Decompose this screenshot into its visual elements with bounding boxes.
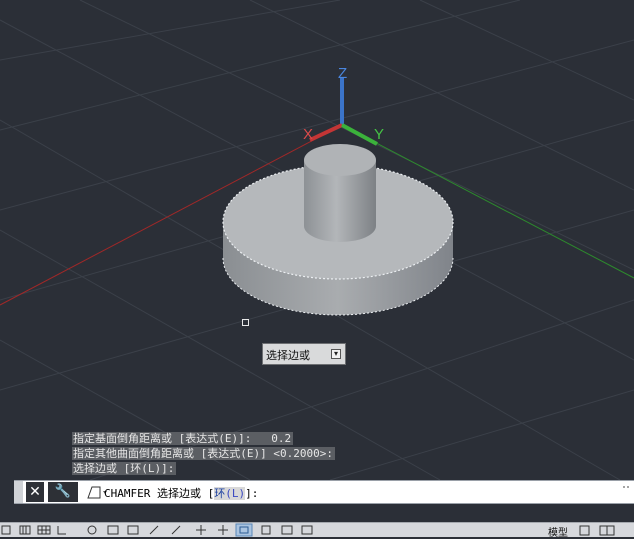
command-prompt: 选择边或 (156, 487, 201, 500)
dynamic-input-tooltip[interactable]: 选择边或 ▾ (262, 343, 346, 365)
option-loop[interactable]: 环(L) (214, 487, 246, 500)
command-history: 指定基面倒角距离或 [表达式(E)]: 0.2 指定其他曲面倒角距离或 [表达式… (72, 431, 335, 476)
arrow-down-icon[interactable]: ▾ (331, 349, 341, 359)
history-line: 指定基面倒角距离或 [表达式(E)]: 0.2 (72, 432, 294, 445)
status-bar: 模型 (0, 522, 634, 539)
tooltip-prompt: 选择边或 (266, 349, 310, 362)
y-axis-label: Y (374, 126, 385, 143)
command-name: CHAMFER (104, 487, 151, 500)
customize-wrench-icon[interactable]: 🔧 (48, 482, 78, 502)
x-axis-label: X (303, 126, 314, 143)
close-icon[interactable]: ✕ (26, 482, 44, 502)
history-line: 指定其他曲面倒角距离或 [表达式(E)] <0.2000>: (72, 447, 335, 460)
cylinder-top[interactable] (304, 144, 376, 176)
drag-handle[interactable] (14, 481, 23, 503)
viewport-strip (0, 504, 634, 522)
pickbox-cursor (242, 319, 249, 326)
history-line: 选择边或 [环(L)]: (72, 462, 177, 475)
status-toggle-icons[interactable] (0, 523, 634, 537)
drawing-viewport[interactable]: Z X Y 选择边或 ▾ 指定基面倒角距离或 [表达式(E)]: 0.2 指定其… (0, 0, 634, 480)
resize-grip-icon[interactable] (620, 482, 632, 502)
command-line[interactable]: ✕ 🔧 CHAMFER 选择边或 [环(L)]: (14, 480, 634, 504)
ucs-icon (309, 78, 378, 146)
model-space-canvas[interactable] (0, 0, 634, 480)
command-input[interactable]: CHAMFER 选择边或 [环(L)]: (104, 485, 258, 501)
z-axis-label: Z (338, 65, 348, 82)
